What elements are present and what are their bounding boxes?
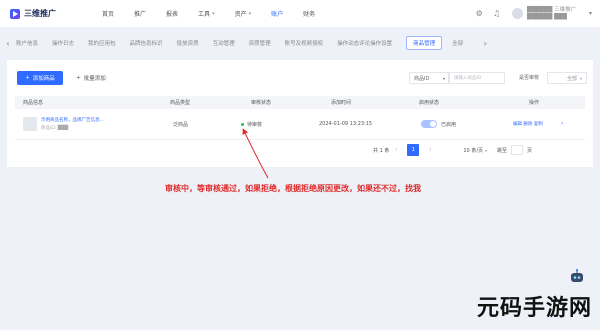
enable-toggle[interactable] xyxy=(421,120,437,128)
column-header: 操作 xyxy=(529,100,540,106)
tab-operation-log[interactable]: 操作日志 xyxy=(52,39,74,47)
chevron-right-icon[interactable]: › xyxy=(477,39,493,48)
logo[interactable]: 三维推广 xyxy=(10,8,80,19)
topnav-reports[interactable]: 报表 xyxy=(166,9,178,18)
table-row: 示例商品名称，品牌广告信息... 商品ID: ███ 泛商品 待审核 2024-… xyxy=(15,110,585,140)
column-header: 启用状态 xyxy=(419,100,440,106)
topbar-right: ⚙ ♫ ██████ 三维推广 ██████ ███ ▾ xyxy=(466,0,592,27)
status-filter-select[interactable]: 全部 ▾ xyxy=(547,72,587,84)
search-placeholder: 请输入商品ID xyxy=(454,76,482,81)
plus-icon: + xyxy=(25,75,30,81)
chevron-down-icon: ▾ xyxy=(442,75,445,81)
avatar[interactable] xyxy=(511,8,523,19)
tab-account-video-auth[interactable]: 账号及视频授权 xyxy=(285,39,324,47)
plus-icon: + xyxy=(76,75,81,81)
topnav-label: 报表 xyxy=(166,11,179,18)
product-panel: + 添加商品 + 批量添加 商品ID ▾ 请输入商品ID 是否审核 全部 ▾ 商… xyxy=(7,60,593,167)
bell-icon[interactable]: ♫ xyxy=(493,9,500,18)
product-id: 商品ID: ███ xyxy=(41,126,69,131)
user-info[interactable]: ██████ 三维推广 ██████ ███ xyxy=(527,7,587,21)
topnav-label: 首页 xyxy=(102,11,115,18)
topnav-label: 推广 xyxy=(134,11,147,18)
goto-label: 跳至 xyxy=(497,147,508,154)
add-product-button[interactable]: + 添加商品 xyxy=(17,71,63,85)
search-input[interactable]: 请输入商品ID xyxy=(449,72,505,84)
sub-tabs: ‹ 账户信息 操作日志 我的应用包 品牌信息标识 投放资质 互动管理 资质管理 … xyxy=(0,34,600,52)
topnav-label: 资产 xyxy=(234,11,247,18)
chevron-down-icon[interactable]: ▾ xyxy=(589,10,592,17)
topnav-assets[interactable]: 资产 ▾ xyxy=(234,9,252,19)
topnav-finance[interactable]: 财务 xyxy=(303,9,315,18)
topnav-home[interactable]: 首页 xyxy=(102,9,114,18)
chevron-down-icon: ▾ xyxy=(579,75,582,81)
chevron-left-icon[interactable]: ‹ xyxy=(0,39,16,48)
chevron-down-icon: ▾ xyxy=(212,10,215,17)
batch-add-label: 批量添加 xyxy=(83,76,106,82)
pagination-total: 共 1 条 xyxy=(373,147,390,154)
tab-app-package[interactable]: 我的应用包 xyxy=(88,39,116,47)
assistant-robot-icon[interactable] xyxy=(568,268,586,286)
topnav-label: 工具 xyxy=(198,11,211,18)
user-line-1: ██████ 三维推广 xyxy=(526,6,577,13)
tab-interaction[interactable]: 互动管理 xyxy=(213,39,235,47)
review-status-text: 待审核 xyxy=(247,122,263,128)
topnav-tools[interactable]: 工具 ▾ xyxy=(198,9,215,19)
pagination: 共 1 条 ‹ 1 › 10 条/页 ▾ 跳至 页 xyxy=(373,144,532,156)
chevron-right-icon[interactable]: › xyxy=(561,120,563,127)
added-time: 2024-01-09 13:23:15 xyxy=(319,121,373,127)
product-name-link[interactable]: 示例商品名称，品牌广告信息... xyxy=(41,117,121,123)
enable-status-text: 已启用 xyxy=(441,122,457,128)
status-filter-label: 是否审核 xyxy=(519,75,540,81)
topnav-label: 账户 xyxy=(271,11,284,18)
row-actions[interactable]: 编辑 删除 复制 xyxy=(513,121,543,127)
topnav-account[interactable]: 账户 xyxy=(271,9,283,18)
column-header: 商品类型 xyxy=(170,100,191,106)
logo-text: 三维推广 xyxy=(24,9,56,18)
product-thumbnail xyxy=(23,117,37,131)
filter-field-select[interactable]: 商品ID ▾ xyxy=(409,72,449,84)
column-header: 商品信息 xyxy=(23,100,44,106)
chevron-down-icon: ▾ xyxy=(248,10,252,17)
tab-qualification[interactable]: 投放资质 xyxy=(177,39,199,47)
batch-add-button[interactable]: + 批量添加 xyxy=(69,71,113,85)
product-type: 泛商品 xyxy=(173,122,189,128)
goto-page-input[interactable] xyxy=(511,145,524,155)
tab-all[interactable]: 全部 xyxy=(452,39,463,47)
top-bar: 三维推广 首页 推广 报表 工具 ▾ 资产 ▾ 账户 财务 ⚙ ♫ ██████ 三… xyxy=(0,0,600,27)
add-product-label: 添加商品 xyxy=(32,76,55,82)
top-nav: 首页 推广 报表 工具 ▾ 资产 ▾ 账户 财务 xyxy=(102,9,335,19)
status-filter-value: 全部 xyxy=(566,75,577,82)
tab-brand-info[interactable]: 品牌信息标识 xyxy=(130,39,163,47)
annotation-text: 审核中，等审核通过，如果拒绝，根据拒绝原因更改，如果还不过，找我 xyxy=(165,184,421,193)
table-header: 商品信息 商品类型 审核状态 添加时间 启用状态 操作 xyxy=(15,96,585,109)
current-page[interactable]: 1 xyxy=(407,144,420,156)
prev-page-button[interactable]: ‹ xyxy=(395,147,397,153)
topnav-label: 财务 xyxy=(303,11,316,18)
status-dot-icon xyxy=(241,123,244,126)
column-header: 审核状态 xyxy=(251,100,272,106)
next-page-button[interactable]: › xyxy=(429,147,431,153)
tab-account-info[interactable]: 账户信息 xyxy=(16,39,38,47)
tab-qualification-manage[interactable]: 资质管理 xyxy=(249,39,271,47)
user-line-2: ██████ ███ xyxy=(526,13,567,20)
topnav-promote[interactable]: 推广 xyxy=(134,9,146,18)
column-header: 添加时间 xyxy=(331,100,352,106)
chevron-down-icon: ▾ xyxy=(485,147,488,153)
logo-icon xyxy=(10,8,20,19)
page-unit-label: 页 xyxy=(527,147,533,154)
tab-product-manage[interactable]: 商品管理 xyxy=(406,36,443,50)
tab-comment-settings[interactable]: 操作动态评论操作设置 xyxy=(337,39,392,47)
settings-icon[interactable]: ⚙ xyxy=(476,9,483,18)
watermark: 元码手游网 xyxy=(476,295,592,321)
page-size-select[interactable]: 10 条/页 xyxy=(463,147,483,154)
filter-field-value: 商品ID xyxy=(414,75,430,82)
review-status: 待审核 xyxy=(241,121,262,128)
